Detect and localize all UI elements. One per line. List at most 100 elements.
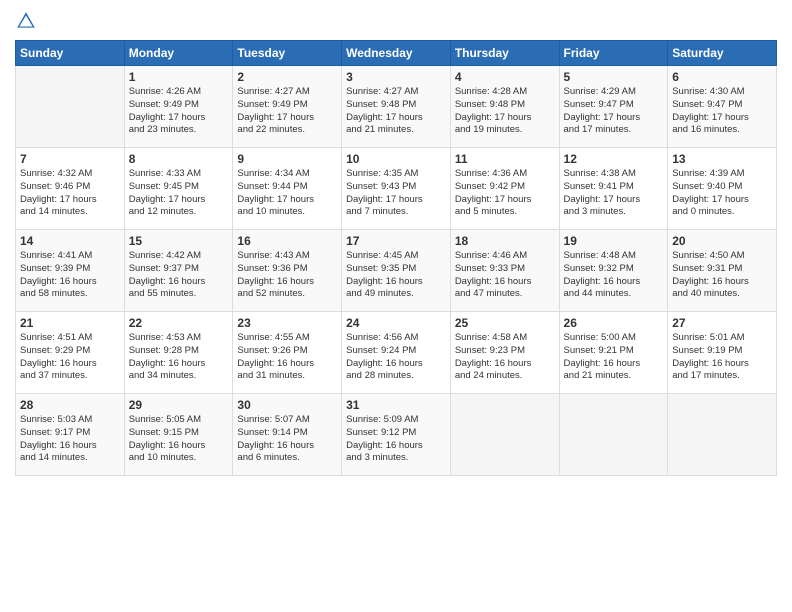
day-cell: 3 Sunrise: 4:27 AM Sunset: 9:48 PM Daylig…: [342, 66, 451, 148]
page: Sunday Monday Tuesday Wednesday Thursday…: [0, 0, 792, 612]
day-detail: Sunrise: 4:33 AM Sunset: 9:45 PM Dayligh…: [129, 168, 229, 219]
day-detail: Sunrise: 4:46 AM Sunset: 9:33 PM Dayligh…: [455, 250, 555, 301]
day-cell: 12Sunrise: 4:38 AM Sunset: 9:41 PM Dayli…: [559, 148, 668, 230]
col-wednesday: Wednesday: [342, 41, 451, 66]
week-row-5: 28 Sunrise: 5:03 AM Sunset: 9:17 PM Dayli…: [16, 394, 777, 476]
calendar-body: 1 Sunrise: 4:26 AM Sunset: 9:49 PM Daylig…: [16, 66, 777, 476]
day-number: 13: [672, 152, 772, 166]
day-cell: 9 Sunrise: 4:34 AM Sunset: 9:44 PM Daylig…: [233, 148, 342, 230]
header: [15, 10, 777, 32]
day-cell: 11 Sunrise: 4:36 AM Sunset: 9:42 PM Dayli…: [450, 148, 559, 230]
day-number: 27: [672, 316, 772, 330]
day-number: 28: [20, 398, 120, 412]
day-detail: Sunrise: 4:27 AM Sunset: 9:48 PM Dayligh…: [346, 86, 446, 137]
day-detail: Sunrise: 4:34 AM Sunset: 9:44 PM Dayligh…: [237, 168, 337, 219]
day-detail: Sunrise: 5:09 AM Sunset: 9:12 PM Dayligh…: [346, 414, 446, 465]
day-detail: Sunrise: 5:01 AM Sunset: 9:19 PM Dayligh…: [672, 332, 772, 383]
day-cell: 31 Sunrise: 5:09 AM Sunset: 9:12 PM Dayli…: [342, 394, 451, 476]
day-number: 1: [129, 70, 229, 84]
day-number: 12: [564, 152, 664, 166]
col-friday: Friday: [559, 41, 668, 66]
day-detail: Sunrise: 4:43 AM Sunset: 9:36 PM Dayligh…: [237, 250, 337, 301]
week-row-4: 21Sunrise: 4:51 AM Sunset: 9:29 PM Dayli…: [16, 312, 777, 394]
day-cell: 21Sunrise: 4:51 AM Sunset: 9:29 PM Dayli…: [16, 312, 125, 394]
week-row-1: 1 Sunrise: 4:26 AM Sunset: 9:49 PM Daylig…: [16, 66, 777, 148]
day-cell: 22 Sunrise: 4:53 AM Sunset: 9:28 PM Dayli…: [124, 312, 233, 394]
day-detail: Sunrise: 4:30 AM Sunset: 9:47 PM Dayligh…: [672, 86, 772, 137]
day-cell: 28 Sunrise: 5:03 AM Sunset: 9:17 PM Dayli…: [16, 394, 125, 476]
header-row: Sunday Monday Tuesday Wednesday Thursday…: [16, 41, 777, 66]
day-detail: Sunrise: 4:36 AM Sunset: 9:42 PM Dayligh…: [455, 168, 555, 219]
day-detail: Sunrise: 5:07 AM Sunset: 9:14 PM Dayligh…: [237, 414, 337, 465]
day-detail: Sunrise: 4:35 AM Sunset: 9:43 PM Dayligh…: [346, 168, 446, 219]
day-detail: Sunrise: 4:39 AM Sunset: 9:40 PM Dayligh…: [672, 168, 772, 219]
day-cell: 16 Sunrise: 4:43 AM Sunset: 9:36 PM Dayli…: [233, 230, 342, 312]
day-cell: 10 Sunrise: 4:35 AM Sunset: 9:43 PM Dayli…: [342, 148, 451, 230]
day-cell: 5 Sunrise: 4:29 AM Sunset: 9:47 PM Daylig…: [559, 66, 668, 148]
day-detail: Sunrise: 4:53 AM Sunset: 9:28 PM Dayligh…: [129, 332, 229, 383]
day-number: 26: [564, 316, 664, 330]
day-number: 25: [455, 316, 555, 330]
day-detail: Sunrise: 4:28 AM Sunset: 9:48 PM Dayligh…: [455, 86, 555, 137]
day-number: 14: [20, 234, 120, 248]
day-number: 15: [129, 234, 229, 248]
day-cell: 20Sunrise: 4:50 AM Sunset: 9:31 PM Dayli…: [668, 230, 777, 312]
day-cell: 23 Sunrise: 4:55 AM Sunset: 9:26 PM Dayli…: [233, 312, 342, 394]
day-detail: Sunrise: 4:42 AM Sunset: 9:37 PM Dayligh…: [129, 250, 229, 301]
logo: [15, 10, 41, 32]
day-number: 29: [129, 398, 229, 412]
day-cell: 7Sunrise: 4:32 AM Sunset: 9:46 PM Daylig…: [16, 148, 125, 230]
day-detail: Sunrise: 4:58 AM Sunset: 9:23 PM Dayligh…: [455, 332, 555, 383]
day-number: 8: [129, 152, 229, 166]
day-cell: 18Sunrise: 4:46 AM Sunset: 9:33 PM Dayli…: [450, 230, 559, 312]
day-cell: 26 Sunrise: 5:00 AM Sunset: 9:21 PM Dayli…: [559, 312, 668, 394]
day-cell: 17Sunrise: 4:45 AM Sunset: 9:35 PM Dayli…: [342, 230, 451, 312]
day-number: 22: [129, 316, 229, 330]
day-number: 31: [346, 398, 446, 412]
calendar-header: Sunday Monday Tuesday Wednesday Thursday…: [16, 41, 777, 66]
day-number: 11: [455, 152, 555, 166]
day-cell: 30 Sunrise: 5:07 AM Sunset: 9:14 PM Dayli…: [233, 394, 342, 476]
day-cell: 14Sunrise: 4:41 AM Sunset: 9:39 PM Dayli…: [16, 230, 125, 312]
day-detail: Sunrise: 4:27 AM Sunset: 9:49 PM Dayligh…: [237, 86, 337, 137]
day-number: 5: [564, 70, 664, 84]
day-number: 30: [237, 398, 337, 412]
day-cell: [559, 394, 668, 476]
day-cell: 24Sunrise: 4:56 AM Sunset: 9:24 PM Dayli…: [342, 312, 451, 394]
day-cell: [450, 394, 559, 476]
day-number: 21: [20, 316, 120, 330]
day-cell: 13 Sunrise: 4:39 AM Sunset: 9:40 PM Dayli…: [668, 148, 777, 230]
day-cell: 19Sunrise: 4:48 AM Sunset: 9:32 PM Dayli…: [559, 230, 668, 312]
day-cell: 6 Sunrise: 4:30 AM Sunset: 9:47 PM Daylig…: [668, 66, 777, 148]
day-cell: 8 Sunrise: 4:33 AM Sunset: 9:45 PM Daylig…: [124, 148, 233, 230]
day-number: 6: [672, 70, 772, 84]
day-cell: [668, 394, 777, 476]
day-detail: Sunrise: 4:26 AM Sunset: 9:49 PM Dayligh…: [129, 86, 229, 137]
day-cell: 29 Sunrise: 5:05 AM Sunset: 9:15 PM Dayli…: [124, 394, 233, 476]
col-monday: Monday: [124, 41, 233, 66]
day-detail: Sunrise: 5:03 AM Sunset: 9:17 PM Dayligh…: [20, 414, 120, 465]
week-row-2: 7Sunrise: 4:32 AM Sunset: 9:46 PM Daylig…: [16, 148, 777, 230]
day-detail: Sunrise: 4:56 AM Sunset: 9:24 PM Dayligh…: [346, 332, 446, 383]
day-detail: Sunrise: 4:50 AM Sunset: 9:31 PM Dayligh…: [672, 250, 772, 301]
col-sunday: Sunday: [16, 41, 125, 66]
day-number: 10: [346, 152, 446, 166]
day-number: 16: [237, 234, 337, 248]
day-detail: Sunrise: 5:00 AM Sunset: 9:21 PM Dayligh…: [564, 332, 664, 383]
day-number: 7: [20, 152, 120, 166]
day-number: 9: [237, 152, 337, 166]
day-detail: Sunrise: 4:48 AM Sunset: 9:32 PM Dayligh…: [564, 250, 664, 301]
calendar-table: Sunday Monday Tuesday Wednesday Thursday…: [15, 40, 777, 476]
day-number: 23: [237, 316, 337, 330]
day-cell: 4Sunrise: 4:28 AM Sunset: 9:48 PM Daylig…: [450, 66, 559, 148]
day-detail: Sunrise: 5:05 AM Sunset: 9:15 PM Dayligh…: [129, 414, 229, 465]
day-cell: 25 Sunrise: 4:58 AM Sunset: 9:23 PM Dayli…: [450, 312, 559, 394]
day-detail: Sunrise: 4:29 AM Sunset: 9:47 PM Dayligh…: [564, 86, 664, 137]
col-saturday: Saturday: [668, 41, 777, 66]
day-cell: 15 Sunrise: 4:42 AM Sunset: 9:37 PM Dayli…: [124, 230, 233, 312]
day-number: 2: [237, 70, 337, 84]
day-cell: 1 Sunrise: 4:26 AM Sunset: 9:49 PM Daylig…: [124, 66, 233, 148]
day-number: 3: [346, 70, 446, 84]
day-detail: Sunrise: 4:55 AM Sunset: 9:26 PM Dayligh…: [237, 332, 337, 383]
logo-icon: [15, 10, 37, 32]
